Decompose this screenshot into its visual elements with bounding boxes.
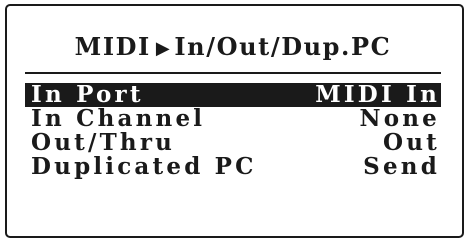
- param-label: Out/Thru: [31, 129, 176, 156]
- param-label: In Channel: [31, 105, 206, 132]
- param-label: Duplicated PC: [31, 153, 257, 180]
- param-value[interactable]: Send: [363, 155, 440, 179]
- lcd-display: MIDI ▶ In/Out/Dup.PC In Port MIDI In In Ch…: [5, 4, 464, 238]
- submenu-name: In/Out/Dup.PC: [174, 32, 392, 61]
- param-value[interactable]: MIDI In: [315, 83, 440, 107]
- param-row-out-thru[interactable]: Out/Thru Out: [25, 131, 441, 155]
- page-header: MIDI ▶ In/Out/Dup.PC: [25, 26, 441, 74]
- param-row-in-channel[interactable]: In Channel None: [25, 107, 441, 131]
- param-row-in-port[interactable]: In Port MIDI In: [25, 83, 441, 107]
- breadcrumb-arrow-icon: ▶: [155, 38, 172, 59]
- param-label: In Port: [31, 81, 144, 108]
- param-row-duplicated-pc[interactable]: Duplicated PC Send: [25, 155, 441, 179]
- param-value[interactable]: None: [359, 107, 440, 131]
- page-title: MIDI ▶ In/Out/Dup.PC: [75, 32, 392, 61]
- parameter-list: In Port MIDI In In Channel None Out/Thru…: [25, 83, 441, 179]
- param-value[interactable]: Out: [383, 131, 440, 155]
- menu-name: MIDI: [74, 32, 151, 61]
